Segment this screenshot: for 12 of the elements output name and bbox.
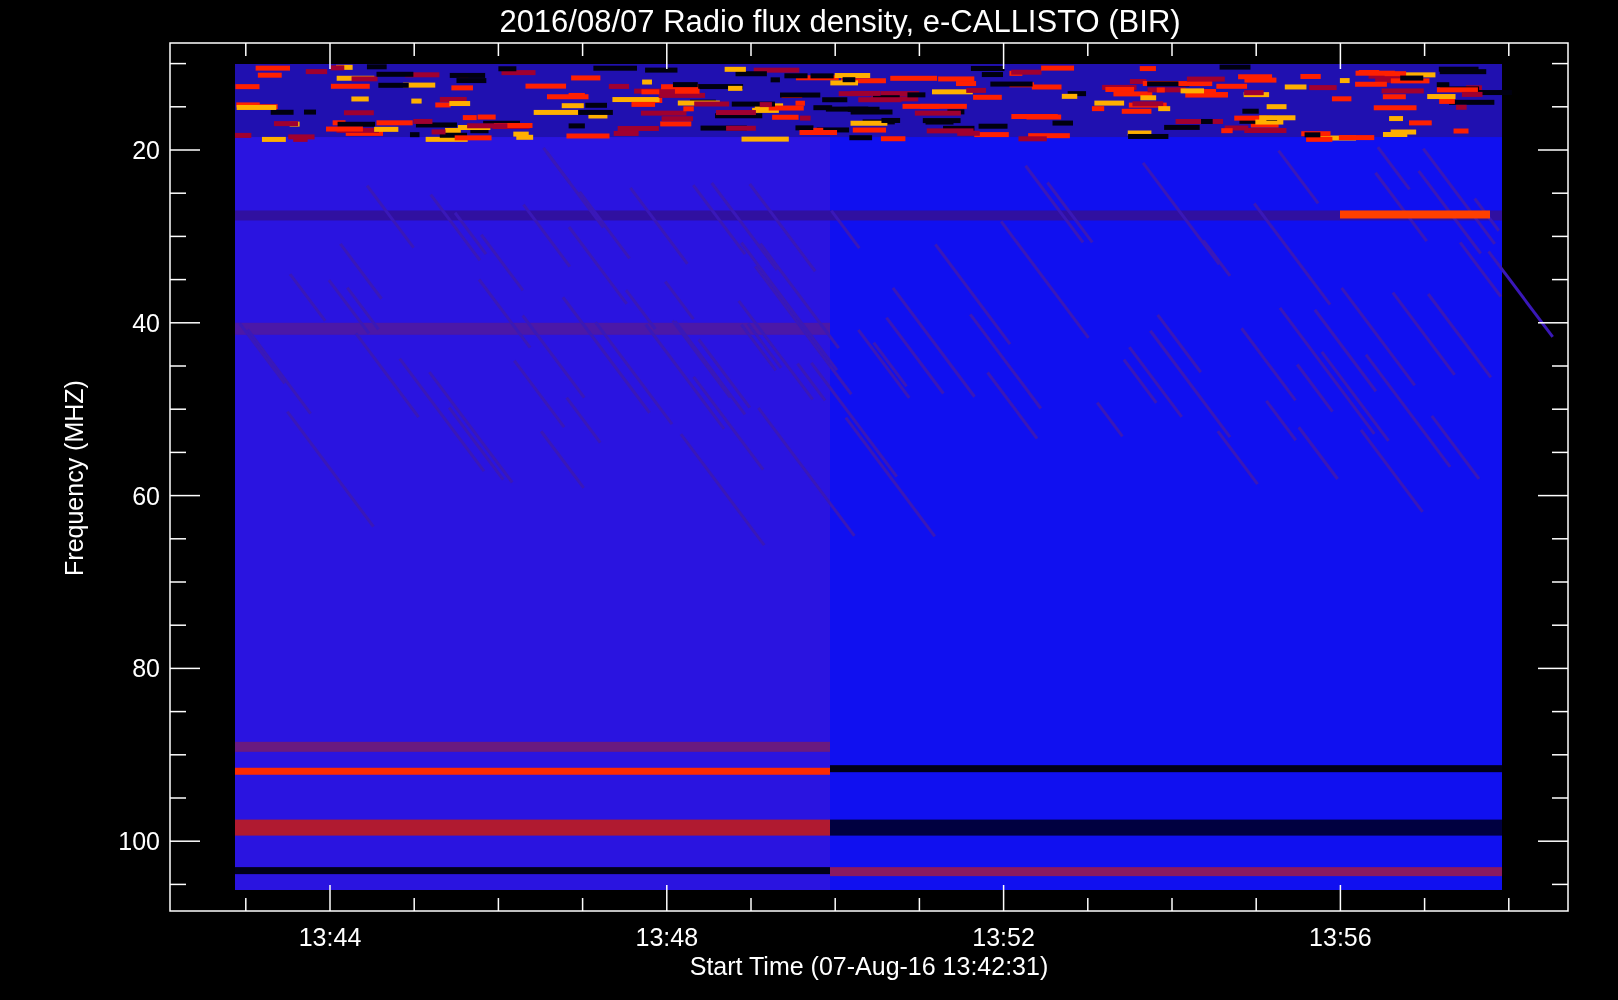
x-tick-label: 13:56 bbox=[1309, 923, 1372, 951]
y-tick-label: 60 bbox=[132, 481, 160, 510]
x-tick-label: 13:44 bbox=[298, 923, 362, 951]
y-axis-label: Frequency (MHZ) bbox=[60, 380, 88, 576]
x-tick-label: 13:52 bbox=[972, 923, 1035, 951]
y-tick-label: 80 bbox=[132, 654, 160, 683]
y-tick-label: 40 bbox=[132, 308, 160, 337]
y-tick-label: 20 bbox=[132, 136, 160, 164]
x-axis-label: Start Time (07-Aug-16 13:42:31) bbox=[689, 952, 1049, 980]
x-tick-label: 13:48 bbox=[635, 923, 699, 951]
chart-title: 2016/08/07 Radio flux density, e-CALLISTO (BIR) bbox=[499, 4, 1181, 39]
y-tick-label: 100 bbox=[118, 827, 160, 856]
